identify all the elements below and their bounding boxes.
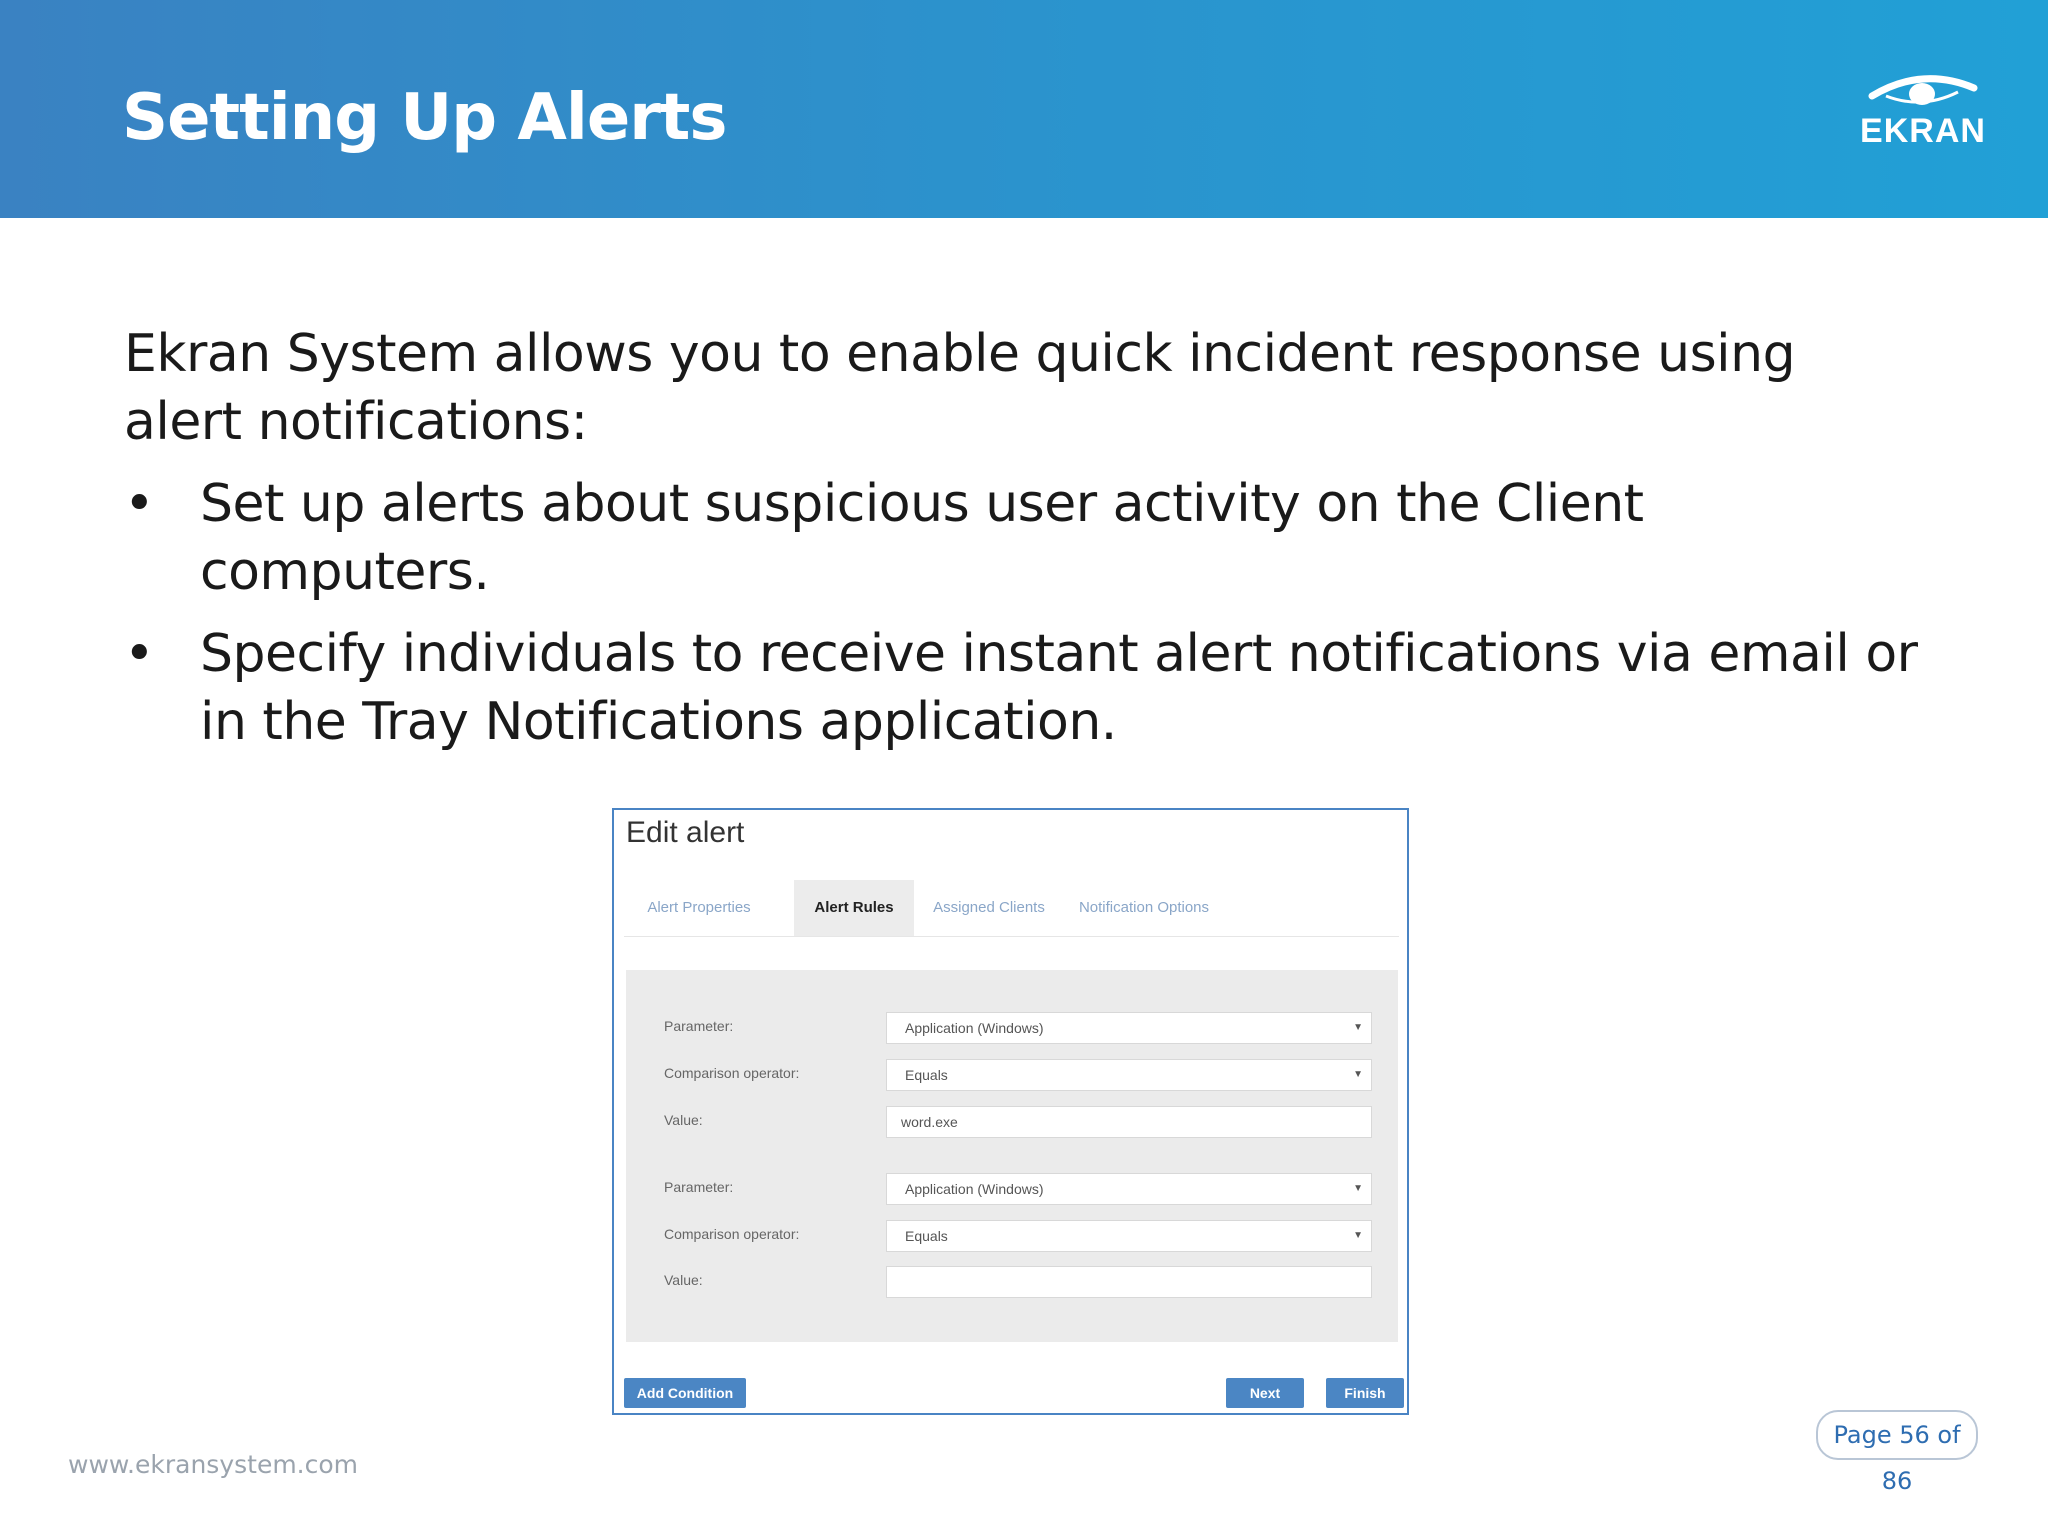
operator-select[interactable]: Equals ▼ [886,1059,1372,1091]
footer-url: www.ekransystem.com [68,1450,359,1479]
parameter-select-value: Application (Windows) [905,1020,1044,1036]
tab-assigned-clients[interactable]: Assigned Clients [924,880,1054,936]
value-label: Value: [664,1112,703,1128]
value-input[interactable]: word.exe [886,1106,1372,1138]
parameter-label: Parameter: [664,1179,734,1195]
parameter-select-value: Application (Windows) [905,1181,1044,1197]
operator-label: Comparison operator: [664,1065,800,1081]
tab-alert-rules[interactable]: Alert Rules [794,880,914,936]
operator-select-value: Equals [905,1067,948,1083]
slide-header: Setting Up Alerts EKRAN [0,0,2048,218]
value-input[interactable] [886,1266,1372,1298]
bullet-item: • Set up alerts about suspicious user ac… [124,470,1924,606]
dropdown-caret-icon: ▼ [1353,1230,1363,1241]
dialog-tabs: Alert Properties Alert Rules Assigned Cl… [624,880,1399,937]
next-button[interactable]: Next [1226,1378,1304,1408]
tab-alert-properties[interactable]: Alert Properties [624,880,774,936]
page-number: Page 56 of 86 [1816,1410,1978,1495]
ekran-logo: EKRAN [1858,70,1988,160]
bullet-text: Set up alerts about suspicious user acti… [200,474,1644,602]
value-label: Value: [664,1272,703,1288]
edit-alert-dialog: Edit alert Alert Properties Alert Rules … [612,808,1409,1415]
bullet-text: Specify individuals to receive instant a… [200,624,1918,752]
parameter-select[interactable]: Application (Windows) ▼ [886,1173,1372,1205]
eye-icon [1868,75,1978,105]
bullet-dot-icon: • [124,624,155,684]
alert-rules-panel: Parameter: Application (Windows) ▼ Compa… [626,970,1398,1342]
parameter-label: Parameter: [664,1018,734,1034]
dropdown-caret-icon: ▼ [1353,1183,1363,1194]
bullet-item: • Specify individuals to receive instant… [124,620,1924,756]
operator-select-value: Equals [905,1228,948,1244]
slide-body: Ekran System allows you to enable quick … [124,320,1924,770]
bullet-list: • Set up alerts about suspicious user ac… [124,470,1924,756]
bullet-dot-icon: • [124,474,155,534]
operator-label: Comparison operator: [664,1226,800,1242]
dropdown-caret-icon: ▼ [1353,1022,1363,1033]
parameter-select[interactable]: Application (Windows) ▼ [886,1012,1372,1044]
finish-button[interactable]: Finish [1326,1378,1404,1408]
dropdown-caret-icon: ▼ [1353,1069,1363,1080]
logo-text: EKRAN [1860,112,1986,150]
slide-title: Setting Up Alerts [122,81,727,155]
tab-notification-options[interactable]: Notification Options [1064,880,1224,936]
dialog-title: Edit alert [626,816,745,849]
add-condition-button[interactable]: Add Condition [624,1378,746,1408]
intro-text: Ekran System allows you to enable quick … [124,324,1796,452]
operator-select[interactable]: Equals ▼ [886,1220,1372,1252]
